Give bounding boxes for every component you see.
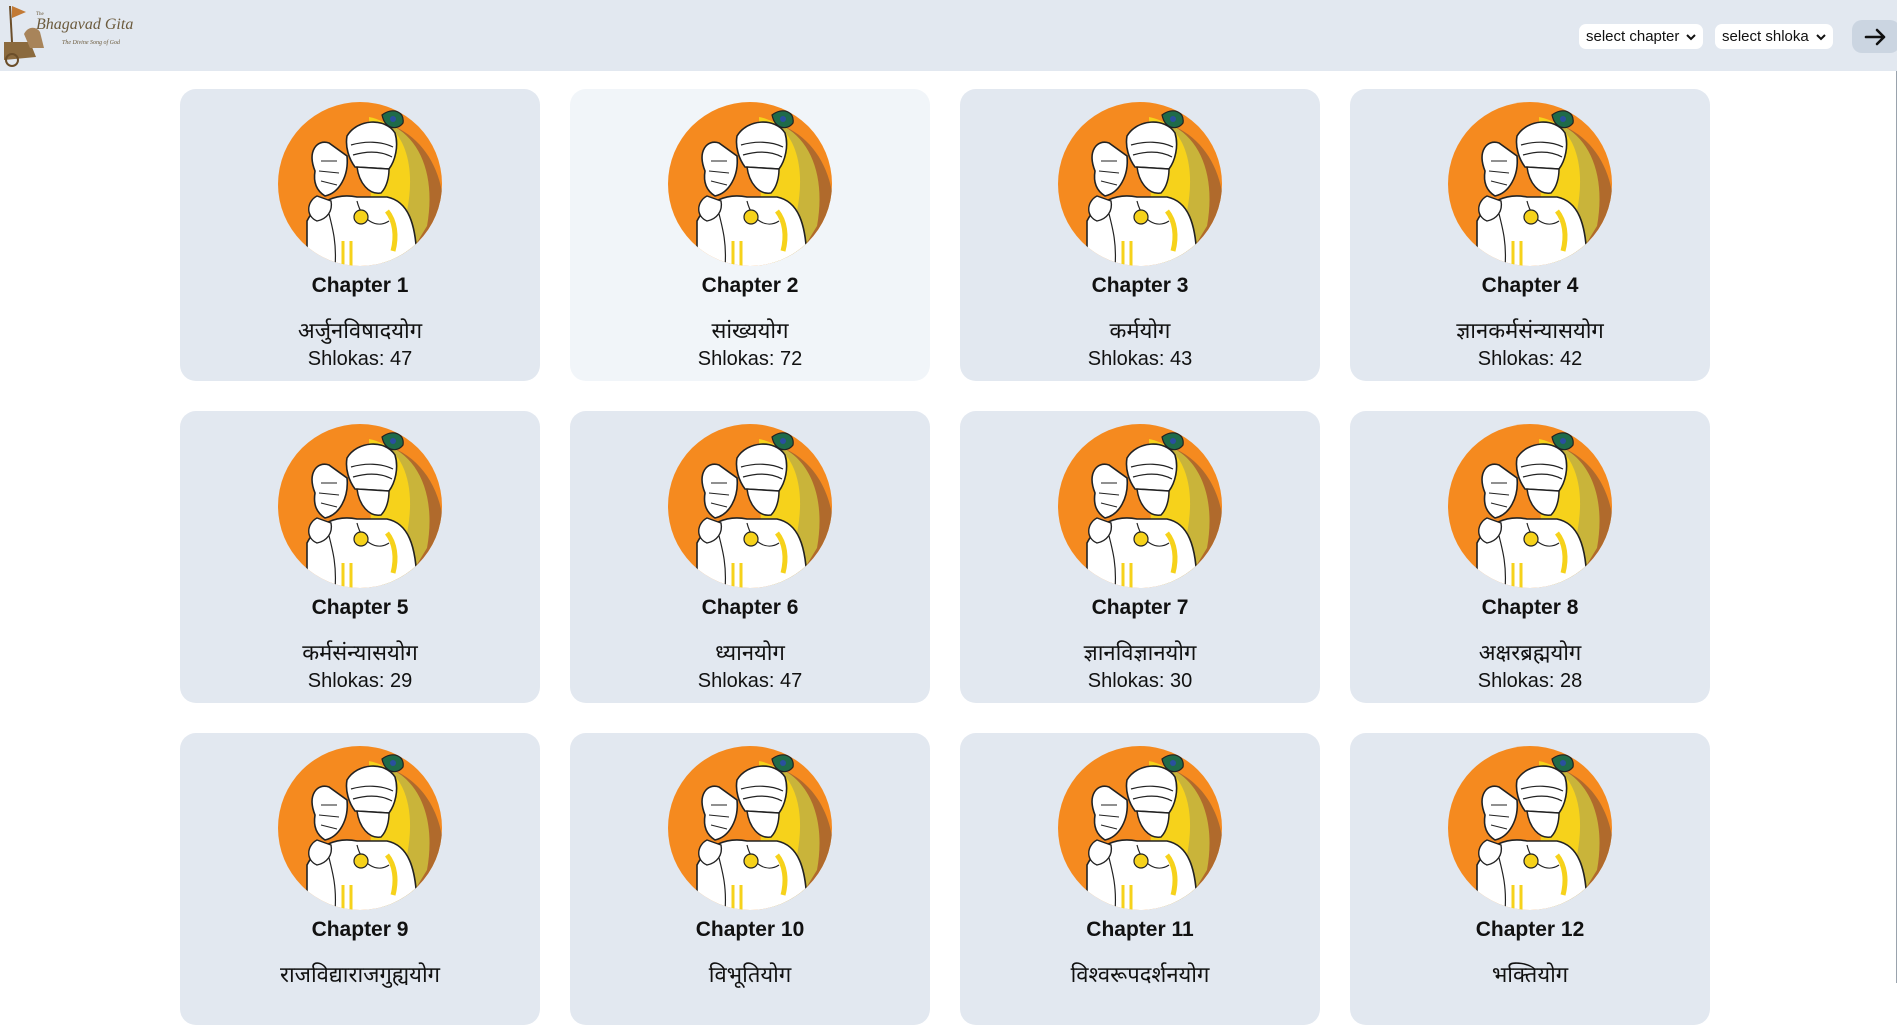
krishna-illustration-icon	[667, 423, 833, 589]
site-logo[interactable]: The Bhagavad Gita The Divine Song of God	[0, 2, 135, 68]
chapter-name: अर्जुनविषादयोग	[297, 319, 423, 344]
chapter-name: विभूतियोग	[708, 963, 792, 988]
chapter-card[interactable]: Chapter 10 विभूतियोग	[570, 733, 930, 1025]
shloka-count: Shlokas: 43	[1087, 348, 1193, 370]
shloka-select-label: select shloka	[1722, 28, 1809, 45]
shloka-select[interactable]: select shloka	[1715, 24, 1833, 49]
chapter-name: ध्यानयोग	[715, 641, 785, 666]
chapter-card[interactable]: Chapter 3 कर्मयोग Shlokas: 43	[960, 89, 1320, 381]
krishna-illustration-icon	[277, 745, 443, 911]
krishna-illustration-icon	[1057, 745, 1223, 911]
chapter-title: Chapter 8	[1481, 596, 1579, 619]
arrow-right-icon	[1864, 28, 1886, 45]
chapter-title: Chapter 9	[311, 918, 409, 941]
chapter-card[interactable]: Chapter 2 सांख्ययोग Shlokas: 72	[570, 89, 930, 381]
chapter-title: Chapter 2	[701, 274, 799, 297]
chapter-name: अक्षरब्रह्मयोग	[1478, 641, 1582, 666]
chapter-card[interactable]: Chapter 8 अक्षरब्रह्मयोग Shlokas: 28	[1350, 411, 1710, 703]
chapter-card[interactable]: Chapter 12 भक्तियोग	[1350, 733, 1710, 1025]
krishna-illustration-icon	[1057, 423, 1223, 589]
krishna-illustration-icon	[277, 101, 443, 267]
chapter-card[interactable]: Chapter 4 ज्ञानकर्मसंन्यासयोग Shlokas: 42	[1350, 89, 1710, 381]
chapter-name: भक्तियोग	[1491, 963, 1569, 988]
krishna-illustration-icon	[1057, 101, 1223, 267]
chapter-card[interactable]: Chapter 5 कर्मसंन्यासयोग Shlokas: 29	[180, 411, 540, 703]
chevron-down-icon	[1686, 33, 1697, 40]
chapter-title: Chapter 1	[311, 274, 409, 297]
top-navigation-bar: The Bhagavad Gita The Divine Song of God…	[0, 0, 1897, 71]
krishna-illustration-icon	[667, 101, 833, 267]
chapter-title: Chapter 11	[1086, 918, 1194, 941]
shloka-count: Shlokas: 28	[1477, 670, 1583, 692]
chapter-title: Chapter 4	[1481, 274, 1579, 297]
shloka-count: Shlokas: 72	[697, 348, 803, 370]
chapter-name: राजविद्याराजगुह्ययोग	[279, 963, 441, 988]
chapter-card[interactable]: Chapter 7 ज्ञानविज्ञानयोग Shlokas: 30	[960, 411, 1320, 703]
logo-title: Bhagavad Gita	[36, 16, 134, 33]
chapter-select[interactable]: select chapter	[1579, 24, 1704, 49]
krishna-illustration-icon	[1447, 101, 1613, 267]
chapter-name: विश्वरूपदर्शनयोग	[1070, 963, 1210, 988]
chapter-card[interactable]: Chapter 9 राजविद्याराजगुह्ययोग	[180, 733, 540, 1025]
shloka-count: Shlokas: 29	[307, 670, 413, 692]
chapter-title: Chapter 12	[1475, 918, 1585, 941]
krishna-illustration-icon	[277, 423, 443, 589]
chapter-title: Chapter 10	[695, 918, 805, 941]
go-button[interactable]	[1852, 20, 1897, 53]
chevron-down-icon	[1816, 33, 1826, 40]
chapter-card[interactable]: Chapter 6 ध्यानयोग Shlokas: 47	[570, 411, 930, 703]
chapter-card[interactable]: Chapter 11 विश्वरूपदर्शनयोग	[960, 733, 1320, 1025]
chapter-name: सांख्ययोग	[711, 319, 789, 344]
chapter-name: कर्मयोग	[1109, 319, 1171, 344]
chapter-select-label: select chapter	[1586, 28, 1680, 45]
chapter-title: Chapter 6	[701, 596, 799, 619]
logo-subtitle: The Divine Song of God	[62, 40, 120, 46]
chapter-title: Chapter 5	[311, 596, 409, 619]
krishna-illustration-icon	[667, 745, 833, 911]
shloka-count: Shlokas: 30	[1087, 670, 1193, 692]
chapter-title: Chapter 3	[1091, 274, 1189, 297]
chapter-title: Chapter 7	[1091, 596, 1189, 619]
shloka-count: Shlokas: 42	[1477, 348, 1583, 370]
krishna-illustration-icon	[1447, 745, 1613, 911]
chapter-name: ज्ञानविज्ञानयोग	[1083, 641, 1197, 666]
krishna-illustration-icon	[1447, 423, 1613, 589]
chapter-name: कर्मसंन्यासयोग	[302, 641, 418, 666]
shloka-count: Shlokas: 47	[697, 670, 803, 692]
shloka-count: Shlokas: 47	[307, 348, 413, 370]
chapter-card[interactable]: Chapter 1 अर्जुनविषादयोग Shlokas: 47	[180, 89, 540, 381]
chapter-name: ज्ञानकर्मसंन्यासयोग	[1456, 319, 1604, 344]
chariot-logo-icon	[4, 5, 44, 67]
